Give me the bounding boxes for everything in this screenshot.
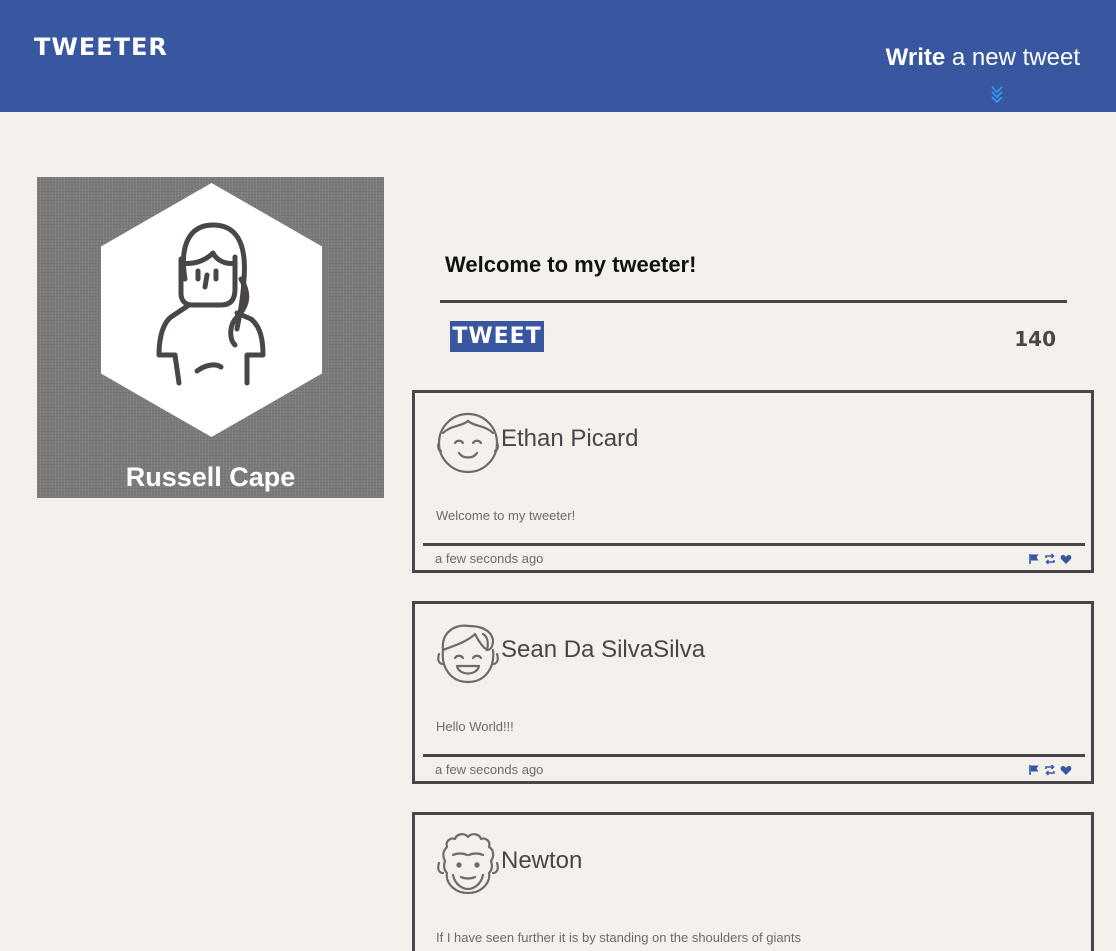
retweet-icon[interactable]: [1044, 764, 1056, 776]
retweet-icon[interactable]: [1044, 553, 1056, 565]
heart-icon[interactable]: [1060, 764, 1072, 776]
tweet-card: Ethan Picard Welcome to my tweeter! a fe…: [412, 390, 1094, 573]
new-tweet-label: a new tweet: [945, 44, 1080, 71]
tweet-timestamp: a few seconds ago: [435, 762, 544, 777]
heart-icon[interactable]: [1060, 553, 1072, 565]
tweet-author[interactable]: Ethan Picard: [501, 425, 638, 453]
laughing-man-avatar-icon: [437, 624, 499, 684]
profile-card: Russell Cape: [37, 177, 384, 498]
smiling-man-avatar-icon: [437, 412, 499, 474]
flag-icon[interactable]: [1028, 553, 1040, 565]
tweet-divider: [423, 754, 1085, 757]
tweet-body: If I have seen further it is by standing…: [436, 930, 801, 945]
profile-name: Russell Cape: [125, 462, 296, 492]
tweet-compose-input[interactable]: Welcome to my tweeter!: [445, 252, 696, 278]
tweet-author[interactable]: Newton: [501, 847, 582, 875]
tweet-body: Hello World!!!: [436, 719, 514, 734]
tweet-card: Newton If I have seen further it is by s…: [412, 812, 1094, 951]
tweet-body: Welcome to my tweeter!: [436, 508, 576, 523]
curly-hair-avatar-icon: [437, 833, 499, 895]
write-label: Write: [885, 44, 946, 71]
tweet-divider: [423, 543, 1085, 546]
write-new-tweet-toggle[interactable]: Write a new tweet: [886, 44, 1080, 72]
tweet-actions: [1028, 764, 1072, 776]
tweet-card: Sean Da SilvaSilva Hello World!!! a few …: [412, 601, 1094, 784]
flag-icon[interactable]: [1028, 764, 1040, 776]
brand-logo[interactable]: TWEETER: [34, 33, 168, 61]
tweet-author[interactable]: Sean Da SilvaSilva: [501, 636, 705, 664]
double-chevron-down-icon[interactable]: [990, 85, 1004, 103]
top-navigation-bar: TWEETER Write a new tweet: [0, 0, 1116, 112]
character-counter: 140: [1014, 327, 1056, 351]
compose-underline: [440, 300, 1067, 303]
tweet-submit-button[interactable]: TWEET: [450, 321, 544, 352]
tweet-actions: [1028, 553, 1072, 565]
user-avatar-woman-icon: [101, 183, 322, 437]
tweet-timestamp: a few seconds ago: [435, 551, 544, 566]
